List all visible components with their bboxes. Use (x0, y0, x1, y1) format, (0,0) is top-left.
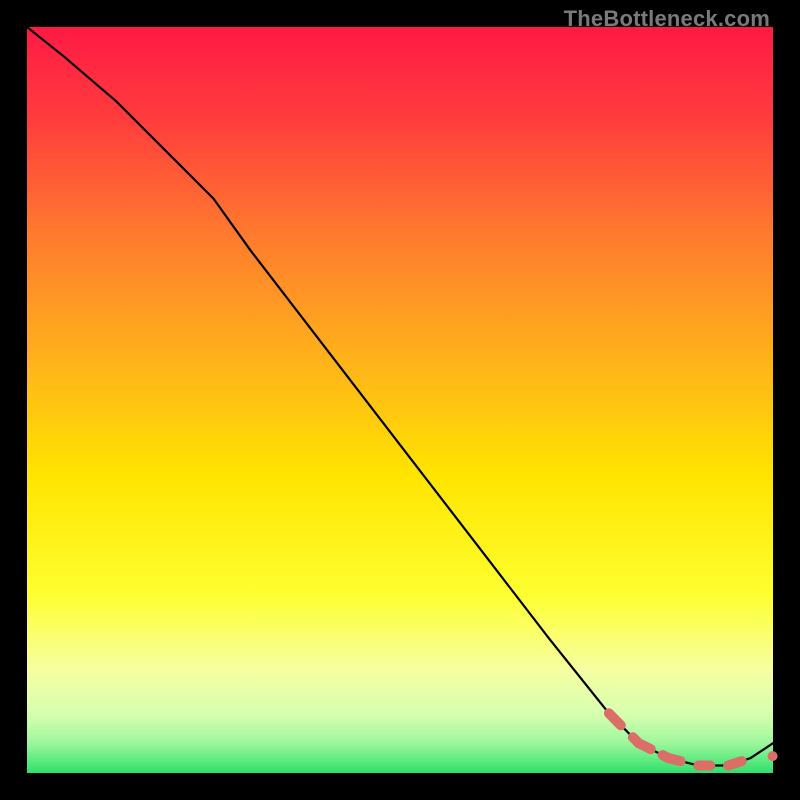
line-series-curve (27, 27, 773, 766)
highlight-dash (633, 737, 651, 749)
highlight-dash (728, 761, 742, 765)
chart-container: TheBottleneck.com (0, 0, 800, 800)
highlight-dash (609, 713, 621, 725)
highlight-dash (663, 755, 681, 761)
highlight-end-dot (768, 751, 778, 761)
chart-overlay (27, 27, 773, 773)
